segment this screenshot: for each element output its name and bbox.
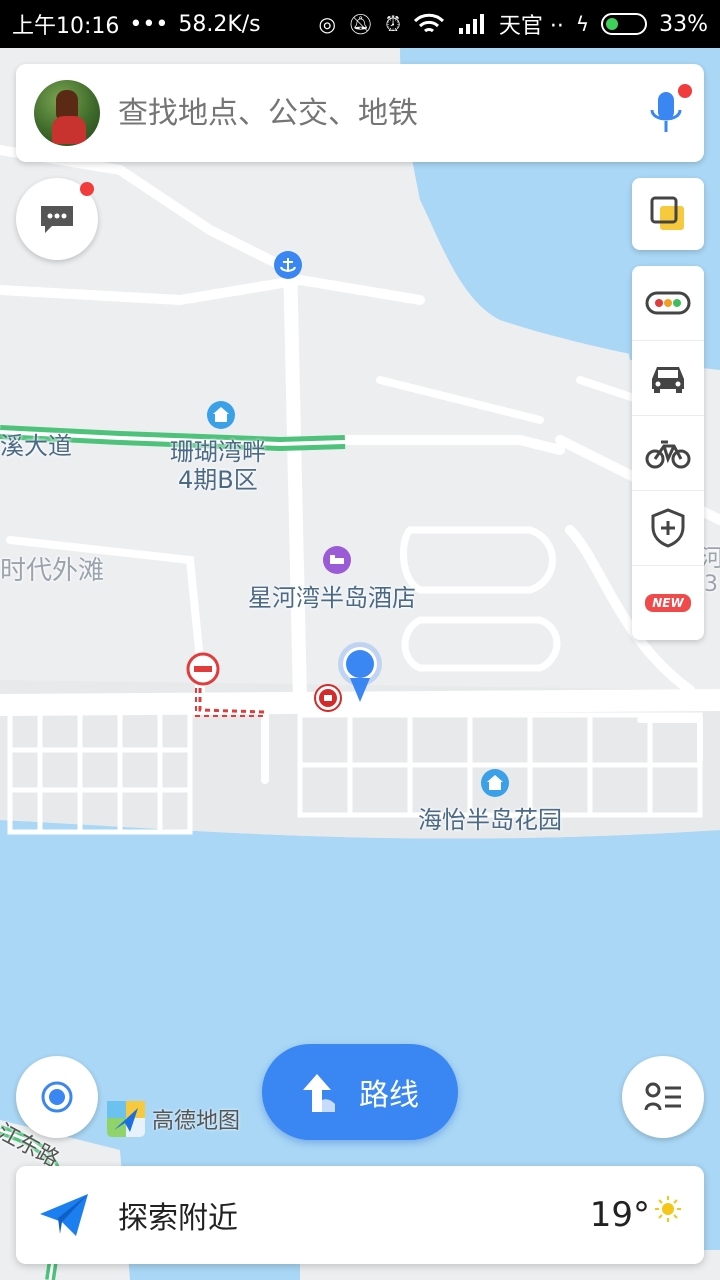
notification-dot <box>678 84 692 98</box>
estate-label: 海怡半岛花园 <box>418 806 562 834</box>
layers-icon <box>650 196 684 230</box>
estate-icon[interactable] <box>206 400 236 430</box>
no-entry-icon[interactable] <box>186 652 220 686</box>
bike-button[interactable] <box>632 416 704 491</box>
charging-icon: ϟ <box>575 12 590 36</box>
search-bar[interactable] <box>16 64 704 162</box>
taxi-button[interactable] <box>632 341 704 416</box>
notification-dot <box>80 182 94 196</box>
search-input[interactable] <box>118 95 646 131</box>
locate-icon <box>41 1081 73 1113</box>
network-speed: 58.2K/s <box>178 11 261 37</box>
traffic-button[interactable] <box>632 266 704 341</box>
brand-logo: 高德地图 <box>106 1100 240 1138</box>
route-label: 路线 <box>359 1078 419 1113</box>
traffic-icon <box>645 291 691 315</box>
message-icon <box>41 206 73 233</box>
explore-nearby-card[interactable]: 探索附近 19° <box>16 1166 704 1264</box>
explore-label: 探索附近 <box>118 1201 238 1236</box>
sync-icon: ◎ <box>318 12 336 36</box>
layers-button[interactable] <box>632 178 704 250</box>
sun-icon <box>655 1196 681 1222</box>
battery-text: 33% <box>659 11 708 37</box>
avatar[interactable] <box>34 80 100 146</box>
new-feature-button[interactable]: NEW <box>632 566 704 640</box>
shield-icon <box>651 508 685 548</box>
status-dots: ••• <box>129 11 169 37</box>
district-label: 3 <box>704 572 718 597</box>
status-time: 上午10:16 <box>12 14 120 39</box>
paper-plane-icon <box>40 1194 88 1236</box>
status-bar: 上午10:16 ••• 58.2K/s ◎ 🔕︎ ⏰︎ 天官 ·· ϟ 33% <box>0 0 720 48</box>
estate-icon[interactable] <box>480 768 510 798</box>
anchor-icon[interactable] <box>273 250 303 280</box>
locate-button[interactable] <box>16 1056 98 1138</box>
alarm-icon: ⏰︎ <box>385 12 401 36</box>
route-button[interactable]: 路线 <box>262 1044 458 1140</box>
mute-icon: 🔕︎ <box>347 12 374 36</box>
amap-logo-icon <box>107 1101 145 1137</box>
bike-icon <box>645 440 691 469</box>
microphone-button[interactable] <box>646 84 692 138</box>
location-pin-icon <box>338 642 382 702</box>
hotel-icon[interactable] <box>322 545 352 575</box>
weather[interactable]: 19° <box>590 1195 682 1235</box>
list-icon <box>644 1082 681 1111</box>
list-button[interactable] <box>622 1056 704 1138</box>
estate-label: 4期B区 <box>178 466 258 494</box>
wifi-icon <box>413 13 444 33</box>
road-label: 溪大道 <box>0 432 72 460</box>
temperature: 19° <box>589 1195 650 1235</box>
district-label: 时代外滩 <box>0 556 105 586</box>
safety-button[interactable] <box>632 491 704 566</box>
map-toolbar: NEW <box>632 266 704 640</box>
brand-name: 高德地图 <box>152 1109 241 1134</box>
taxi-icon <box>652 367 684 393</box>
hotel-label: 星河湾半岛酒店 <box>248 584 416 612</box>
carrier-name: 天官 ·· <box>498 14 564 39</box>
route-arrow-icon <box>303 1074 335 1112</box>
battery-icon <box>601 13 648 35</box>
message-button[interactable] <box>16 178 98 260</box>
new-badge: NEW <box>645 594 691 612</box>
signal-icon <box>458 14 484 34</box>
